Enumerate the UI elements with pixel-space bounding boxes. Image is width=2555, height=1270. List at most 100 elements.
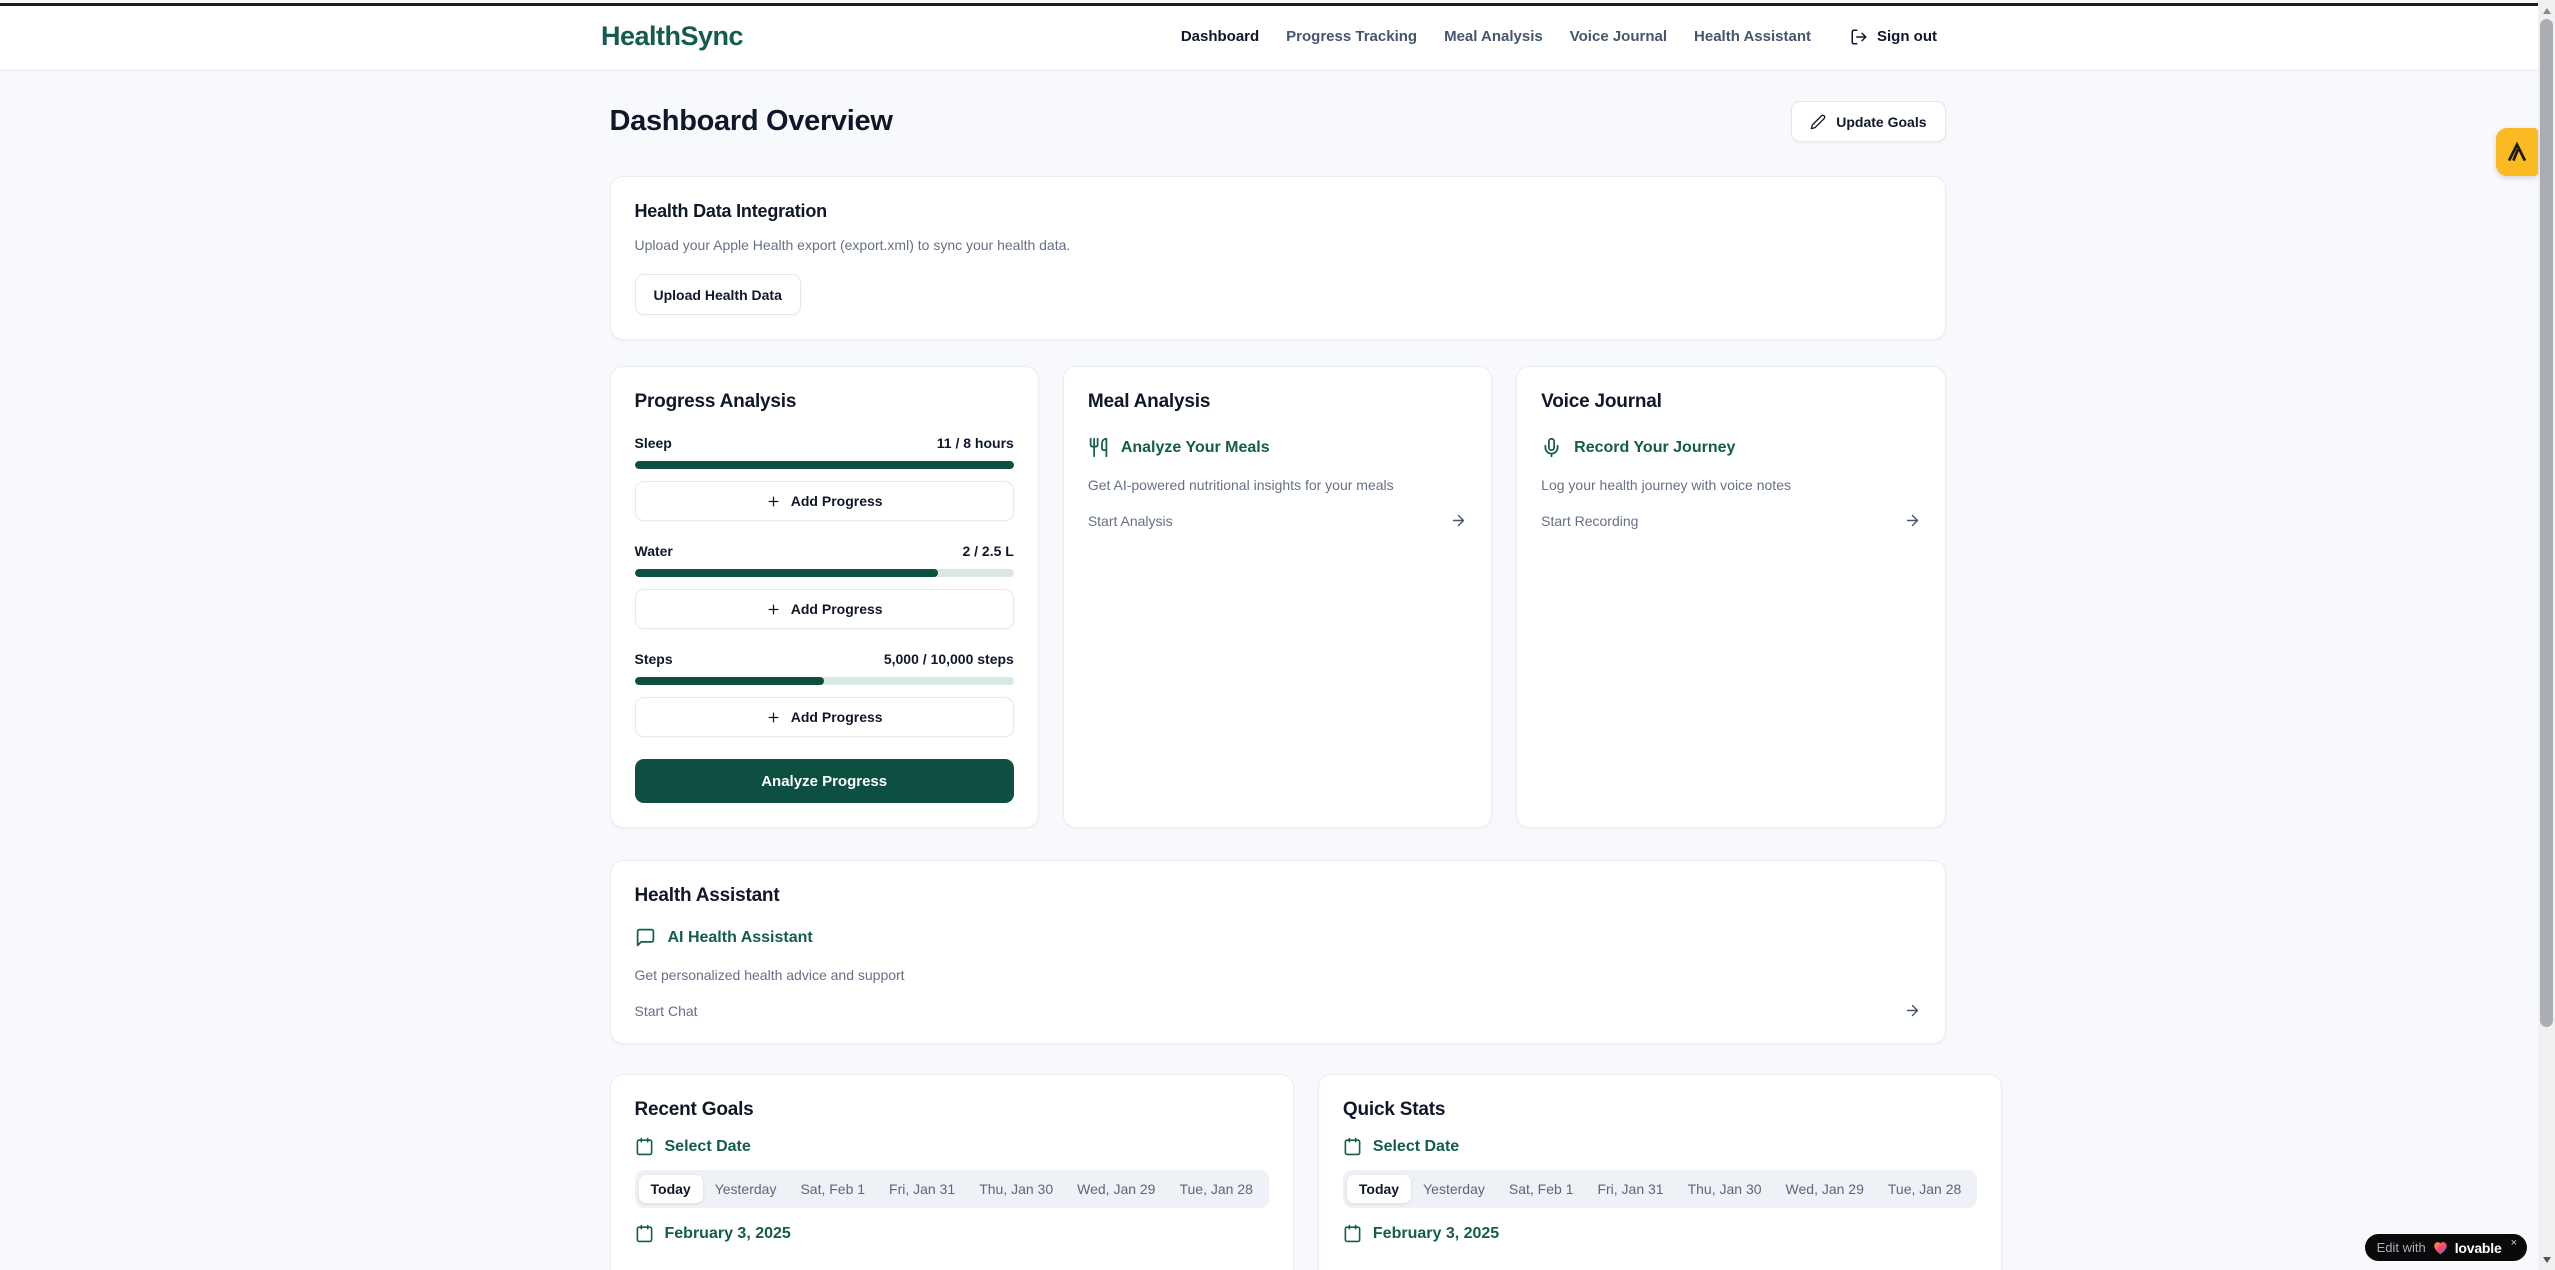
microphone-icon [1541, 437, 1562, 458]
health-data-description: Upload your Apple Health export (export.… [635, 237, 1921, 253]
goal-water-label: Water [635, 543, 673, 559]
ai-health-assistant-link[interactable]: AI Health Assistant [635, 927, 1921, 948]
plus-icon [766, 494, 781, 509]
health-assistant-card: Health Assistant AI Health Assistant Get… [610, 860, 1946, 1044]
add-progress-label: Add Progress [791, 493, 883, 509]
window-top-strip [0, 3, 2538, 6]
add-progress-label: Add Progress [791, 601, 883, 617]
voice-journal-description: Log your health journey with voice notes [1541, 477, 1920, 493]
tab-wed-jan-29[interactable]: Wed, Jan 29 [1065, 1175, 1167, 1203]
add-progress-water-button[interactable]: Add Progress [635, 589, 1014, 629]
current-date-label: February 3, 2025 [1373, 1225, 1499, 1243]
nav-health-assistant[interactable]: Health Assistant [1694, 28, 1811, 45]
app-header: HealthSync Dashboard Progress Tracking M… [0, 3, 2538, 71]
tab-yesterday[interactable]: Yesterday [1411, 1175, 1497, 1203]
recent-goals-select-date-button[interactable]: Select Date [635, 1137, 751, 1156]
recent-goals-card: Recent Goals Select Date Today Yesterday… [610, 1074, 1294, 1270]
voice-journal-title: Voice Journal [1541, 391, 1920, 413]
sign-out-label: Sign out [1877, 28, 1937, 45]
record-your-journey-link[interactable]: Record Your Journey [1541, 437, 1920, 458]
arrow-right-icon [1904, 1002, 1921, 1019]
calendar-icon [1343, 1224, 1362, 1243]
goal-steps-value: 5,000 / 10,000 steps [884, 651, 1014, 667]
badge-prefix: Edit with [2377, 1240, 2426, 1255]
tab-sat-feb-1[interactable]: Sat, Feb 1 [1497, 1175, 1586, 1203]
tab-sat-feb-1[interactable]: Sat, Feb 1 [788, 1175, 877, 1203]
goal-water-value: 2 / 2.5 L [962, 543, 1013, 559]
analyze-progress-button[interactable]: Analyze Progress [635, 759, 1014, 803]
logout-icon [1850, 28, 1868, 46]
tab-today[interactable]: Today [639, 1175, 703, 1203]
tab-thu-jan-30[interactable]: Thu, Jan 30 [967, 1175, 1065, 1203]
add-progress-sleep-button[interactable]: Add Progress [635, 481, 1014, 521]
start-analysis-label: Start Analysis [1088, 513, 1173, 529]
health-assistant-description: Get personalized health advice and suppo… [635, 967, 1921, 983]
tab-wed-jan-29[interactable]: Wed, Jan 29 [1774, 1175, 1876, 1203]
goal-steps-label: Steps [635, 651, 673, 667]
goal-sleep-label: Sleep [635, 435, 672, 451]
recent-goals-title: Recent Goals [635, 1099, 1269, 1121]
goal-sleep-progressbar [635, 461, 1014, 469]
tab-yesterday[interactable]: Yesterday [703, 1175, 789, 1203]
vertical-scrollbar[interactable] [2538, 0, 2555, 1270]
upload-health-data-button[interactable]: Upload Health Data [635, 274, 801, 315]
edit-with-lovable-badge[interactable]: Edit with lovable × [2365, 1234, 2527, 1261]
start-chat-action[interactable]: Start Chat [635, 1002, 1921, 1019]
tab-fri-jan-31[interactable]: Fri, Jan 31 [877, 1175, 967, 1203]
select-date-label: Select Date [1373, 1138, 1459, 1156]
quick-stats-current-date[interactable]: February 3, 2025 [1343, 1224, 1499, 1243]
tab-fri-jan-31[interactable]: Fri, Jan 31 [1585, 1175, 1675, 1203]
tab-today[interactable]: Today [1347, 1175, 1411, 1203]
start-chat-label: Start Chat [635, 1003, 698, 1019]
start-analysis-action[interactable]: Start Analysis [1088, 512, 1467, 529]
dashboard-main: Dashboard Overview Update Goals Health D… [610, 71, 1946, 1270]
update-goals-button[interactable]: Update Goals [1791, 101, 1945, 142]
progress-analysis-title: Progress Analysis [635, 391, 1014, 413]
meal-analysis-title: Meal Analysis [1088, 391, 1467, 413]
start-recording-action[interactable]: Start Recording [1541, 512, 1920, 529]
calendar-icon [1343, 1137, 1362, 1156]
tab-tue-jan-28[interactable]: Tue, Jan 28 [1876, 1175, 1973, 1203]
quick-stats-date-tabs: Today Yesterday Sat, Feb 1 Fri, Jan 31 T… [1343, 1170, 1977, 1208]
badge-brand: lovable [2455, 1240, 2502, 1256]
arrow-right-icon [1904, 512, 1921, 529]
badge-close-icon[interactable]: × [2511, 1237, 2517, 1249]
analyze-your-meals-link[interactable]: Analyze Your Meals [1088, 437, 1467, 458]
nav-progress-tracking[interactable]: Progress Tracking [1286, 28, 1417, 45]
tab-tue-jan-28[interactable]: Tue, Jan 28 [1167, 1175, 1264, 1203]
add-progress-steps-button[interactable]: Add Progress [635, 697, 1014, 737]
quick-stats-select-date-button[interactable]: Select Date [1343, 1137, 1459, 1156]
quick-stats-card: Quick Stats Select Date Today Yesterday … [1318, 1074, 2002, 1270]
goal-steps: Steps 5,000 / 10,000 steps Add Progress [635, 651, 1014, 737]
scrollbar-up-button[interactable] [2538, 2, 2555, 19]
health-data-integration-card: Health Data Integration Upload your Appl… [610, 176, 1946, 340]
chat-bubble-icon [635, 927, 656, 948]
nav-dashboard[interactable]: Dashboard [1181, 28, 1259, 45]
nav-voice-journal[interactable]: Voice Journal [1570, 28, 1667, 45]
sign-out-button[interactable]: Sign out [1850, 28, 1937, 46]
scrollbar-thumb[interactable] [2540, 19, 2553, 1027]
arrow-down-icon [2543, 1257, 2551, 1263]
recent-goals-current-date[interactable]: February 3, 2025 [635, 1224, 791, 1243]
recent-goals-date-tabs: Today Yesterday Sat, Feb 1 Fri, Jan 31 T… [635, 1170, 1269, 1208]
lovable-heart-icon [2433, 1241, 2448, 1255]
lovable-editor-fab[interactable] [2496, 128, 2538, 176]
goal-steps-progressbar [635, 677, 1014, 685]
scrollbar-down-button[interactable] [2538, 1251, 2555, 1268]
progress-analysis-card: Progress Analysis Sleep 11 / 8 hours Add… [610, 366, 1039, 828]
page-title: Dashboard Overview [610, 105, 893, 138]
arrow-right-icon [1450, 512, 1467, 529]
nav-meal-analysis[interactable]: Meal Analysis [1444, 28, 1543, 45]
app-logo[interactable]: HealthSync [601, 21, 743, 52]
update-goals-label: Update Goals [1836, 114, 1926, 130]
lovable-logo-icon [2506, 141, 2528, 163]
calendar-icon [635, 1224, 654, 1243]
plus-icon [766, 710, 781, 725]
tab-thu-jan-30[interactable]: Thu, Jan 30 [1676, 1175, 1774, 1203]
select-date-label: Select Date [665, 1138, 751, 1156]
goal-sleep: Sleep 11 / 8 hours Add Progress [635, 435, 1014, 521]
utensils-icon [1088, 437, 1109, 458]
health-data-title: Health Data Integration [635, 201, 1921, 222]
analyze-your-meals-label: Analyze Your Meals [1121, 439, 1270, 457]
goal-water-progressbar [635, 569, 1014, 577]
